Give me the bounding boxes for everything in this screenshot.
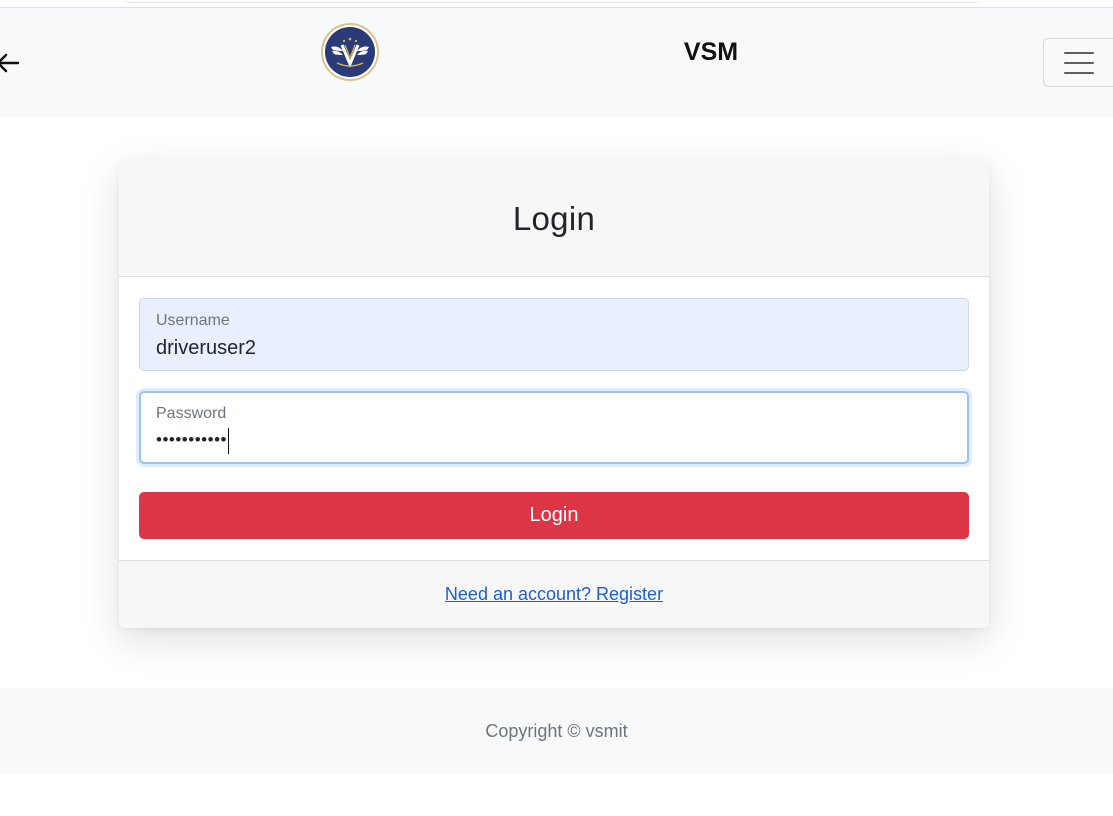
- password-masked-value: •••••••••••: [156, 430, 227, 450]
- register-link[interactable]: Need an account? Register: [445, 584, 663, 605]
- arrow-left-icon: [0, 53, 20, 73]
- password-input[interactable]: •••••••••••: [156, 428, 952, 455]
- username-label: Username: [156, 312, 230, 329]
- login-card-body: Username driveruser2 Password ••••••••••…: [119, 277, 989, 560]
- vsm-logo-icon: [331, 37, 369, 68]
- hamburger-menu-icon-bar: [1063, 71, 1094, 74]
- username-field[interactable]: Username driveruser2: [139, 298, 969, 371]
- copyright-text: Copyright © vsmit: [485, 720, 628, 741]
- page-footer: Copyright © vsmit: [0, 688, 1113, 774]
- navbar-toggle-button[interactable]: [1043, 38, 1113, 87]
- login-title: Login: [512, 200, 596, 237]
- top-strip-edge: [125, 0, 980, 3]
- brand-title[interactable]: VSM: [600, 38, 822, 67]
- brand-logo[interactable]: [321, 23, 379, 81]
- hamburger-menu-icon-bar: [1063, 51, 1094, 54]
- password-field[interactable]: Password •••••••••••: [139, 391, 969, 464]
- password-label: Password: [156, 405, 227, 422]
- hamburger-menu-icon-bar: [1063, 61, 1094, 64]
- username-input[interactable]: driveruser2: [156, 336, 952, 360]
- login-card-footer: Need an account? Register: [119, 560, 989, 628]
- login-button[interactable]: Login: [139, 492, 969, 539]
- login-card: Login Username driveruser2 Password ••••…: [119, 160, 989, 628]
- logo-emblem: [325, 27, 375, 77]
- navbar: VSM: [0, 8, 1113, 117]
- browser-top-strip: [0, 0, 1113, 8]
- back-button[interactable]: [0, 52, 20, 74]
- text-cursor: [227, 428, 229, 454]
- login-card-header: Login: [119, 160, 989, 277]
